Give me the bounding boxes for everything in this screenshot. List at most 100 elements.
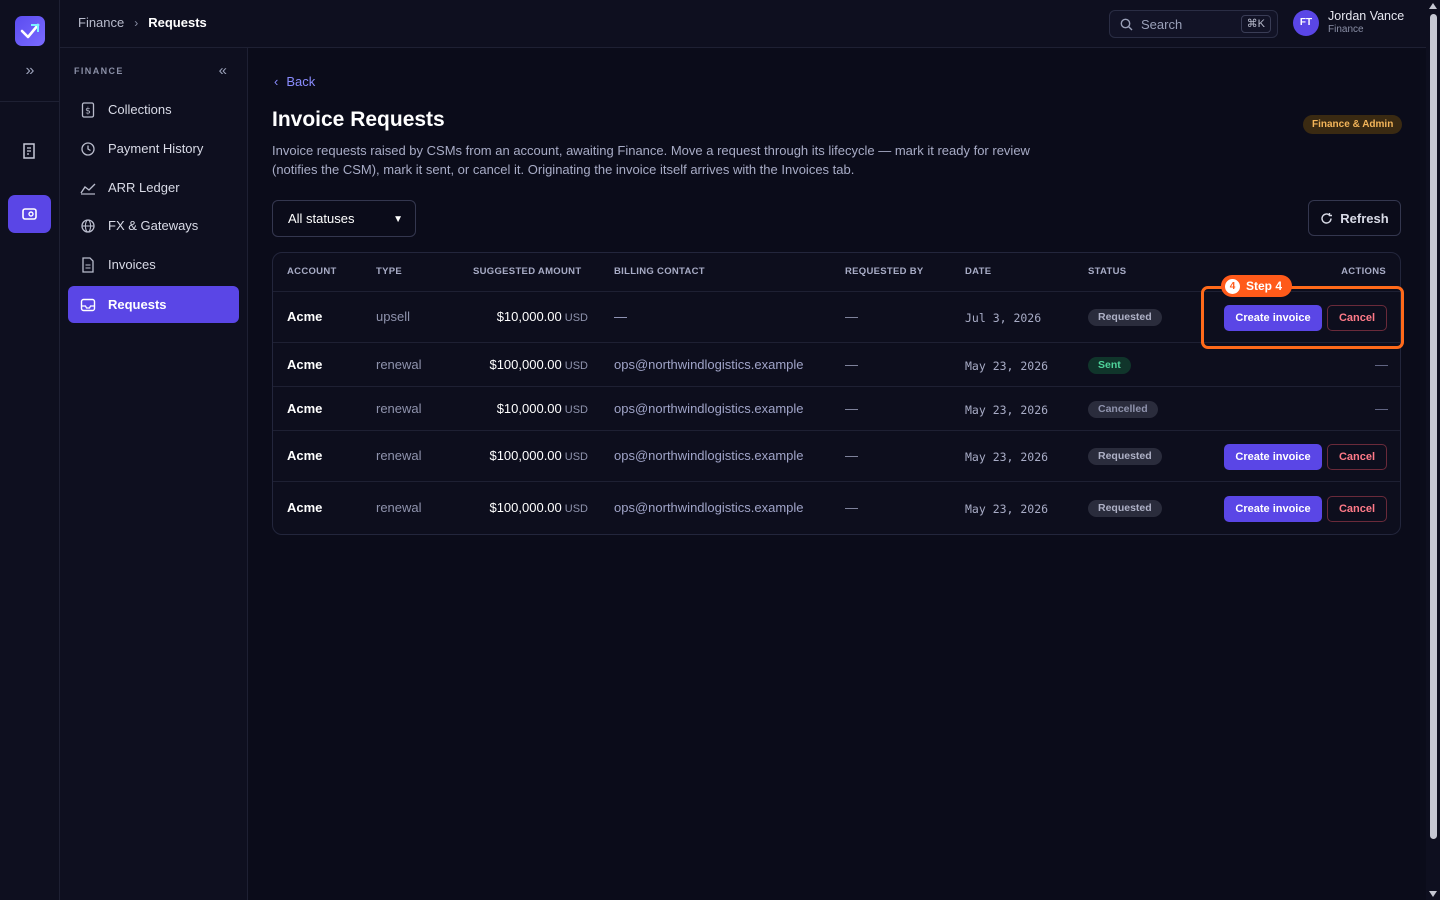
back-link[interactable]: ‹ Back	[274, 74, 315, 89]
column-header[interactable]: BILLING CONTACT	[614, 266, 705, 277]
page-description: Invoice requests raised by CSMs from an …	[272, 143, 1030, 177]
no-actions: —	[1375, 357, 1388, 372]
sidebar-item-collections[interactable]: $ Collections	[68, 91, 239, 128]
avatar[interactable]: FT	[1293, 9, 1319, 36]
step-number: 4	[1225, 278, 1240, 294]
collapse-icon[interactable]: «	[219, 62, 227, 79]
table-row: Acme renewal $100,000.00 USD ops@northwin…	[273, 481, 1400, 534]
cell-amount: $100,000.00 USD	[489, 357, 588, 372]
column-header[interactable]: REQUESTED BY	[845, 266, 924, 277]
globe-icon	[80, 218, 96, 234]
logo-icon[interactable]	[15, 16, 45, 46]
sidebar-item-arr-ledger[interactable]: ARR Ledger	[68, 169, 239, 206]
cell-type: renewal	[376, 401, 422, 416]
search-icon	[1120, 18, 1133, 30]
cell-requested-by: —	[845, 448, 858, 463]
user-role: Finance	[1328, 24, 1364, 35]
cell-amount: $10,000.00 USD	[497, 309, 588, 324]
cell-account[interactable]: Acme	[287, 309, 322, 324]
sidebar-item-requests[interactable]: Requests	[68, 286, 239, 323]
cell-requested-by: —	[845, 309, 858, 324]
search-input[interactable]: Search ⌘K	[1109, 10, 1278, 38]
scrollbar-thumb[interactable]	[1430, 14, 1437, 839]
expand-icon[interactable]: »	[18, 60, 42, 82]
refresh-button[interactable]: Refresh	[1308, 200, 1401, 236]
cell-type: renewal	[376, 357, 422, 372]
step-label: Step 4	[1246, 279, 1283, 293]
amount-currency: USD	[564, 451, 588, 463]
user-menu[interactable]: FT Jordan Vance Finance	[1293, 9, 1404, 36]
column-header[interactable]: SUGGESTED AMOUNT	[473, 266, 581, 277]
cell-amount: $100,000.00 USD	[489, 448, 588, 463]
sidebar-item-invoices[interactable]: Invoices	[68, 246, 239, 283]
create-invoice-button[interactable]: Create invoice	[1224, 496, 1322, 522]
chevron-left-icon: ‹	[274, 74, 279, 89]
breadcrumb-separator-icon: ›	[134, 15, 139, 30]
sidebar-item-label: ARR Ledger	[108, 180, 180, 195]
cell-contact: ops@northwindlogistics.example	[614, 500, 804, 515]
cell-date: Jul 3, 2026	[965, 311, 1042, 325]
sidebar: FINANCE « $ Collections Payment History …	[60, 48, 248, 900]
column-header[interactable]: STATUS	[1088, 266, 1126, 277]
amount-value: $100,000.00	[489, 448, 562, 463]
cell-amount: $100,000.00 USD	[489, 500, 588, 515]
column-header[interactable]: TYPE	[376, 266, 402, 277]
scroll-up-icon[interactable]	[1429, 3, 1437, 9]
cell-account[interactable]: Acme	[287, 448, 322, 463]
cell-account[interactable]: Acme	[287, 357, 322, 372]
search-shortcut: ⌘K	[1240, 15, 1271, 33]
svg-text:$: $	[85, 106, 91, 116]
cancel-button[interactable]: Cancel	[1327, 444, 1387, 470]
table-row: Acme renewal $100,000.00 USD ops@northwin…	[273, 430, 1400, 481]
refresh-icon	[1321, 212, 1333, 224]
requests-icon[interactable]	[8, 195, 51, 233]
amount-currency: USD	[564, 360, 588, 372]
breadcrumb-current: Requests	[148, 15, 207, 30]
scrollbar[interactable]	[1426, 0, 1440, 900]
refresh-label: Refresh	[1340, 210, 1389, 226]
amount-value: $100,000.00	[489, 500, 562, 515]
select-chevron-icon: ▼	[393, 214, 403, 225]
cell-amount: $10,000.00 USD	[497, 401, 588, 416]
cell-date: May 23, 2026	[965, 450, 1049, 464]
dollar-doc-icon: $	[80, 101, 96, 118]
building-icon[interactable]	[8, 132, 51, 170]
amount-value: $10,000.00	[496, 309, 562, 324]
column-header[interactable]: DATE	[965, 266, 991, 277]
cell-date: May 23, 2026	[965, 403, 1049, 417]
cell-account[interactable]: Acme	[287, 500, 322, 515]
cell-requested-by: —	[845, 357, 858, 372]
cell-date: May 23, 2026	[965, 359, 1049, 373]
cell-date: May 23, 2026	[965, 502, 1049, 516]
search-placeholder: Search	[1141, 16, 1183, 32]
cell-requested-by: —	[845, 401, 858, 416]
inbox-icon	[80, 297, 96, 313]
status-badge: Cancelled	[1088, 401, 1158, 418]
column-header: ACTIONS	[1341, 266, 1386, 277]
sidebar-item-fx-gateways[interactable]: FX & Gateways	[68, 207, 239, 244]
status-filter-select[interactable]: All statuses ▼	[272, 200, 416, 237]
sidebar-item-payment-history[interactable]: Payment History	[68, 130, 239, 167]
amount-value: $10,000.00	[496, 401, 562, 416]
scroll-down-icon[interactable]	[1429, 891, 1437, 897]
amount-currency: USD	[564, 404, 588, 416]
sidebar-item-label: Invoices	[108, 257, 156, 272]
amount-value: $100,000.00	[489, 357, 562, 372]
app-rail: »	[0, 0, 60, 900]
history-icon	[80, 141, 96, 157]
breadcrumb-parent[interactable]: Finance	[78, 15, 124, 30]
page-title: Invoice Requests	[272, 108, 445, 131]
sidebar-item-label: Requests	[108, 297, 167, 312]
topbar: Finance › Requests Search ⌘K FT Jordan V…	[60, 0, 1426, 48]
document-icon	[80, 256, 96, 273]
create-invoice-button[interactable]: Create invoice	[1224, 444, 1322, 470]
role-badge: Finance & Admin	[1303, 115, 1403, 134]
column-header[interactable]: ACCOUNT	[287, 266, 337, 277]
cell-contact: ops@northwindlogistics.example	[614, 401, 804, 416]
table-row: Acme renewal $10,000.00 USD ops@northwind…	[273, 386, 1400, 430]
cancel-button[interactable]: Cancel	[1327, 496, 1387, 522]
cell-contact: ops@northwindlogistics.example	[614, 357, 804, 372]
cell-account[interactable]: Acme	[287, 401, 322, 416]
step-tag: 4 Step 4	[1221, 275, 1293, 297]
sidebar-item-label: FX & Gateways	[108, 218, 199, 233]
